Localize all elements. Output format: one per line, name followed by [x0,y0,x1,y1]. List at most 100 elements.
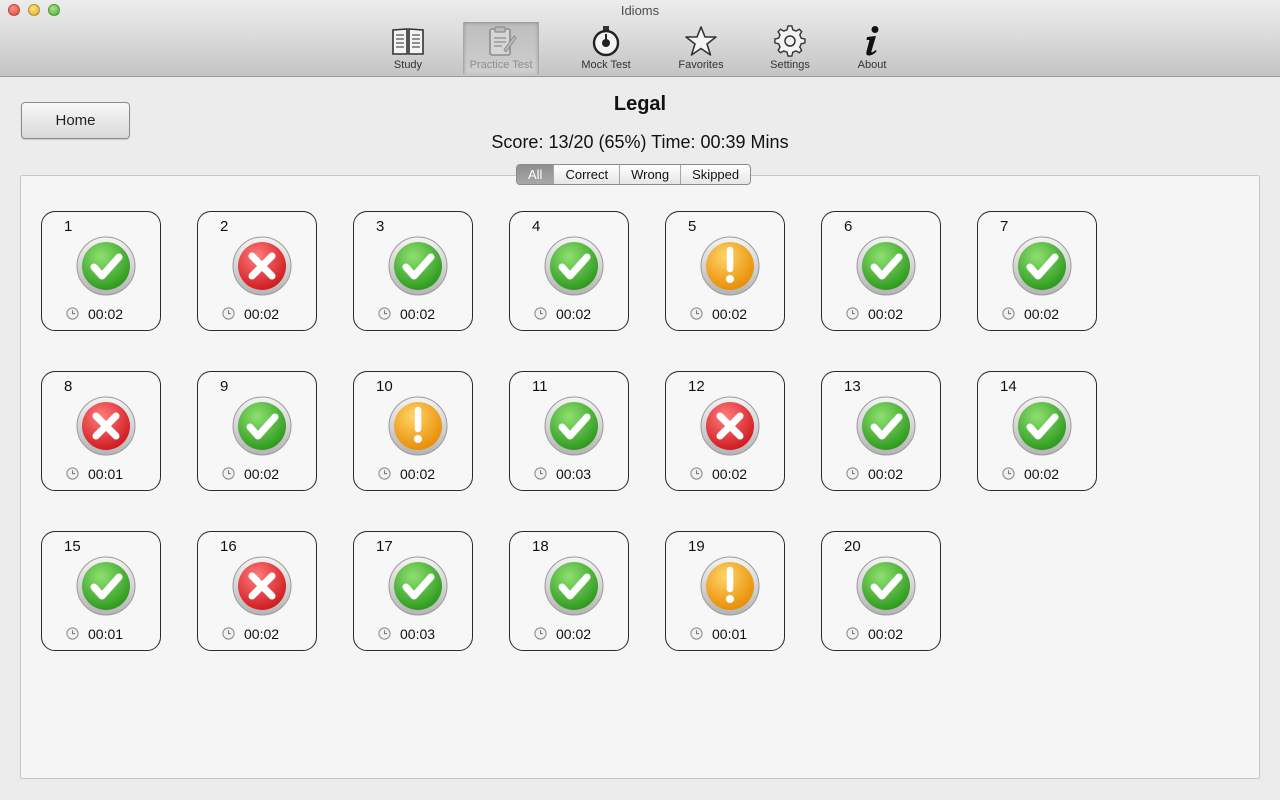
question-time: 00:02 [556,306,592,322]
question-card[interactable]: 11 00:03 [509,371,629,491]
question-number: 9 [220,378,229,395]
checkmark-icon [76,236,136,296]
filter-correct[interactable]: Correct [553,165,619,184]
clock-icon [66,467,79,480]
title-bar: Idioms Study Practice Test Mock Test Fav… [0,0,1280,77]
question-number: 17 [376,538,393,555]
filter-skipped[interactable]: Skipped [680,165,750,184]
checkmark-icon [232,396,292,456]
question-number: 3 [376,218,385,235]
clock-icon [1002,307,1015,320]
clock-icon [222,307,235,320]
question-time: 00:02 [1024,466,1060,482]
info-icon [866,26,879,56]
question-time: 00:02 [400,466,436,482]
question-card[interactable]: 4 00:02 [509,211,629,331]
question-card[interactable]: 16 00:02 [197,531,317,651]
question-number: 15 [64,538,81,555]
checkmark-icon [388,556,448,616]
toolbar-label: Settings [770,59,810,71]
question-card[interactable]: 10 00:02 [353,371,473,491]
question-card[interactable]: 2 00:02 [197,211,317,331]
checkmark-icon [388,236,448,296]
question-number: 14 [1000,378,1017,395]
question-card[interactable]: 14 00:02 [977,371,1097,491]
question-time: 00:03 [400,626,436,642]
question-card[interactable]: 7 00:02 [977,211,1097,331]
question-time: 00:02 [556,626,592,642]
clipboard-icon [489,26,517,56]
question-time: 00:01 [88,626,124,642]
question-card[interactable]: 8 00:01 [41,371,161,491]
question-card[interactable]: 1 00:02 [41,211,161,331]
question-number: 11 [532,378,548,395]
checkmark-icon [1012,396,1072,456]
clock-icon [222,627,235,640]
question-card[interactable]: 15 00:01 [41,531,161,651]
question-time: 00:02 [868,626,904,642]
question-card[interactable]: 9 00:02 [197,371,317,491]
question-card[interactable]: 19 00:01 [665,531,785,651]
clock-icon [846,627,859,640]
question-card[interactable]: 18 00:02 [509,531,629,651]
question-number: 12 [688,378,705,395]
toolbar-item-practice-test[interactable]: Practice Test [463,22,539,74]
toolbar-item-mock-test[interactable]: Mock Test [568,22,644,74]
question-number: 4 [532,218,541,235]
filter-all[interactable]: All [517,165,554,184]
clock-icon [534,307,547,320]
question-card[interactable]: 13 00:02 [821,371,941,491]
question-number: 8 [64,378,73,395]
question-number: 6 [844,218,853,235]
question-number: 1 [64,218,73,235]
toolbar-item-favorites[interactable]: Favorites [663,22,739,74]
question-time: 00:03 [556,466,592,482]
question-card[interactable]: 5 00:02 [665,211,785,331]
clock-icon [66,307,79,320]
question-time: 00:02 [244,626,280,642]
clock-icon [690,467,703,480]
clock-icon [534,627,547,640]
question-time: 00:02 [712,466,748,482]
checkmark-icon [544,396,604,456]
question-number: 19 [688,538,705,555]
question-number: 5 [688,218,697,235]
clock-icon [846,467,859,480]
question-time: 00:02 [244,466,280,482]
checkmark-icon [856,396,916,456]
clock-icon [846,307,859,320]
star-icon [685,26,717,56]
exclamation-icon [700,236,760,296]
book-icon [392,28,424,55]
question-card[interactable]: 20 00:02 [821,531,941,651]
toolbar-label: Practice Test [469,59,533,71]
question-time: 00:01 [712,626,748,642]
toolbar-item-about[interactable]: About [834,22,910,74]
score-summary: Score: 13/20 (65%) Time: 00:39 Mins [491,132,789,152]
checkmark-icon [856,556,916,616]
clock-icon [690,307,703,320]
question-number: 10 [376,378,393,395]
question-number: 18 [532,538,549,555]
question-time: 00:02 [712,306,748,322]
question-time: 00:02 [88,306,124,322]
checkmark-icon [544,236,604,296]
question-card[interactable]: 17 00:03 [353,531,473,651]
toolbar-item-study[interactable]: Study [370,22,446,74]
page-title: Legal [613,93,667,115]
exclamation-icon [700,556,760,616]
filter-wrong[interactable]: Wrong [619,165,680,184]
clock-icon [66,627,79,640]
question-card[interactable]: 3 00:02 [353,211,473,331]
clock-icon [378,307,391,320]
question-number: 7 [1000,218,1009,235]
question-number: 13 [844,378,861,395]
question-card[interactable]: 6 00:02 [821,211,941,331]
question-time: 00:02 [868,466,904,482]
clock-icon [378,467,391,480]
question-card[interactable]: 12 00:02 [665,371,785,491]
toolbar-item-settings[interactable]: Settings [752,22,828,74]
question-number: 16 [220,538,237,555]
checkmark-icon [856,236,916,296]
clock-icon [690,627,703,640]
